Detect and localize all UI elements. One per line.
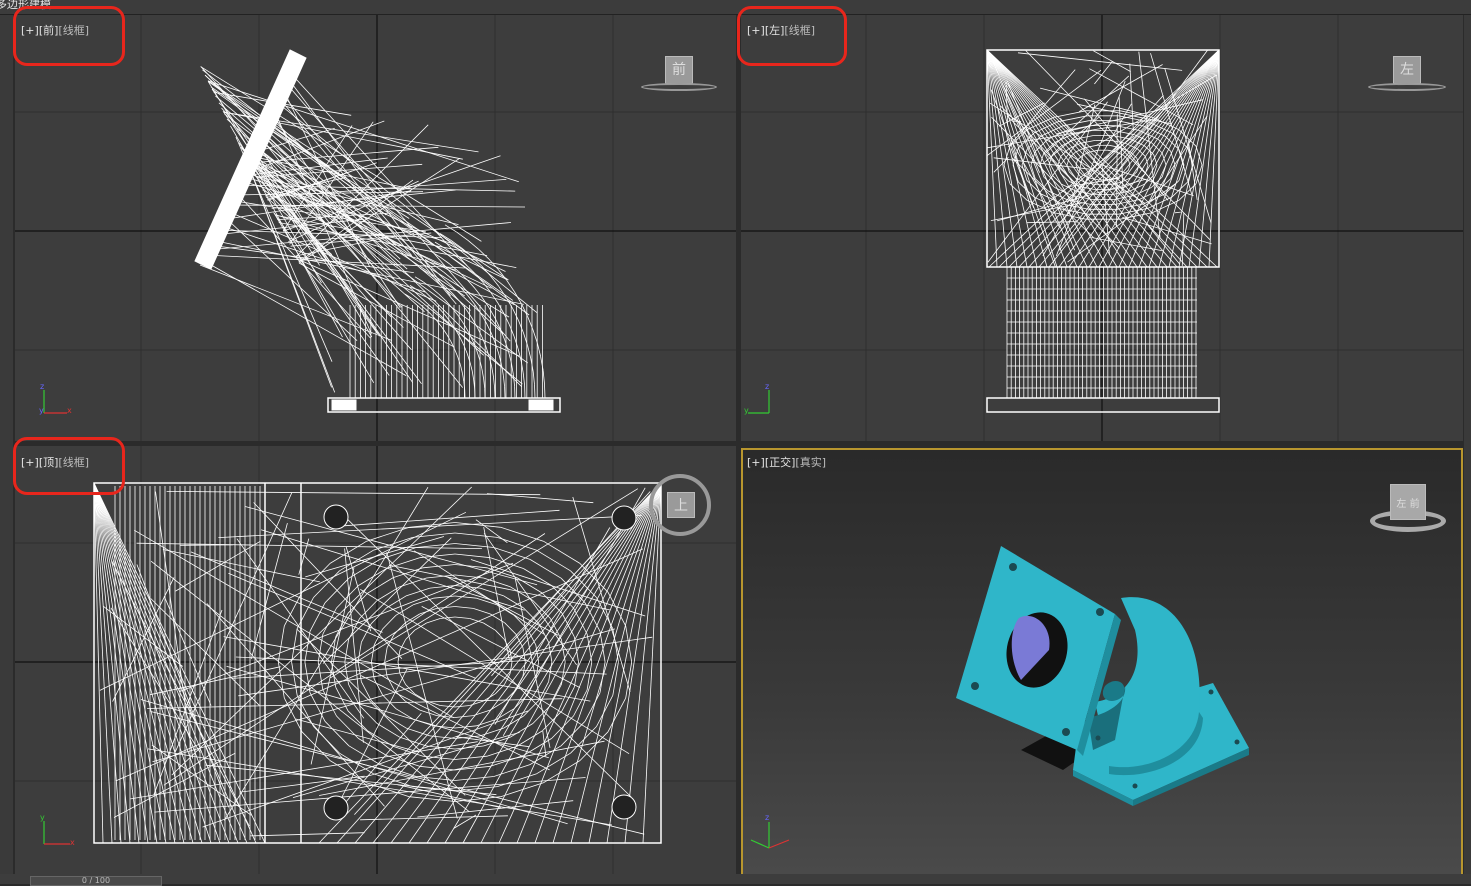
svg-text:z: z	[765, 382, 769, 391]
highlight-left-label	[737, 6, 847, 66]
viewport-orthographic[interactable]: z 左 前	[741, 448, 1463, 876]
viewport-orthographic-label[interactable]: [+][正交][真实]	[747, 454, 826, 470]
viewport-left[interactable]: z y 左	[741, 15, 1463, 441]
highlight-front-label	[13, 6, 125, 66]
front-wireframe: z y x	[15, 15, 736, 441]
shaded-model: z	[743, 450, 1461, 874]
highlight-top-label	[13, 437, 125, 495]
svg-text:y: y	[40, 813, 45, 822]
viewport-top[interactable]: y x 上	[15, 446, 736, 874]
viewport-shading-menu[interactable]: [真实]	[795, 456, 826, 469]
viewcube-ring[interactable]	[1368, 83, 1446, 91]
viewcube-face[interactable]: 左	[1393, 56, 1421, 84]
viewcube-icon[interactable]: 左	[1368, 53, 1446, 93]
axis-gizmo-icon: z y x	[39, 382, 72, 415]
viewcube-icon[interactable]: 左 前	[1370, 484, 1446, 544]
axis-gizmo-icon: y x	[40, 813, 75, 847]
axis-gizmo-icon: z y	[744, 382, 769, 415]
svg-text:x: x	[70, 838, 75, 847]
time-slider[interactable]: 0 / 100	[30, 876, 162, 886]
axis-gizmo-icon: z	[751, 813, 789, 848]
title-bar: 多边形建模	[0, 0, 1471, 15]
viewcube-face[interactable]: 上	[667, 492, 695, 518]
svg-text:z: z	[765, 813, 769, 822]
left-command-strip	[0, 15, 13, 884]
time-slider-bar: 0 / 100	[0, 874, 1471, 884]
viewcube-face[interactable]: 左 前	[1390, 484, 1426, 520]
svg-text:x: x	[67, 406, 72, 415]
svg-text:y: y	[39, 406, 44, 415]
viewcube-icon[interactable]: 前	[641, 53, 717, 93]
svg-text:y: y	[744, 406, 749, 415]
top-wireframe: y x	[15, 446, 736, 874]
viewport-plus-menu[interactable]: [+]	[747, 456, 765, 469]
viewport-front[interactable]: z y x 前	[15, 15, 736, 441]
viewcube-icon[interactable]: 上	[647, 472, 717, 538]
viewcube-face[interactable]: 前	[665, 56, 693, 84]
left-wireframe: z y	[741, 15, 1463, 441]
right-scrollbar[interactable]	[1464, 15, 1471, 884]
viewcube-ring[interactable]	[641, 83, 717, 91]
viewport-view-menu[interactable]: [正交]	[765, 456, 796, 469]
svg-text:z: z	[40, 382, 44, 391]
